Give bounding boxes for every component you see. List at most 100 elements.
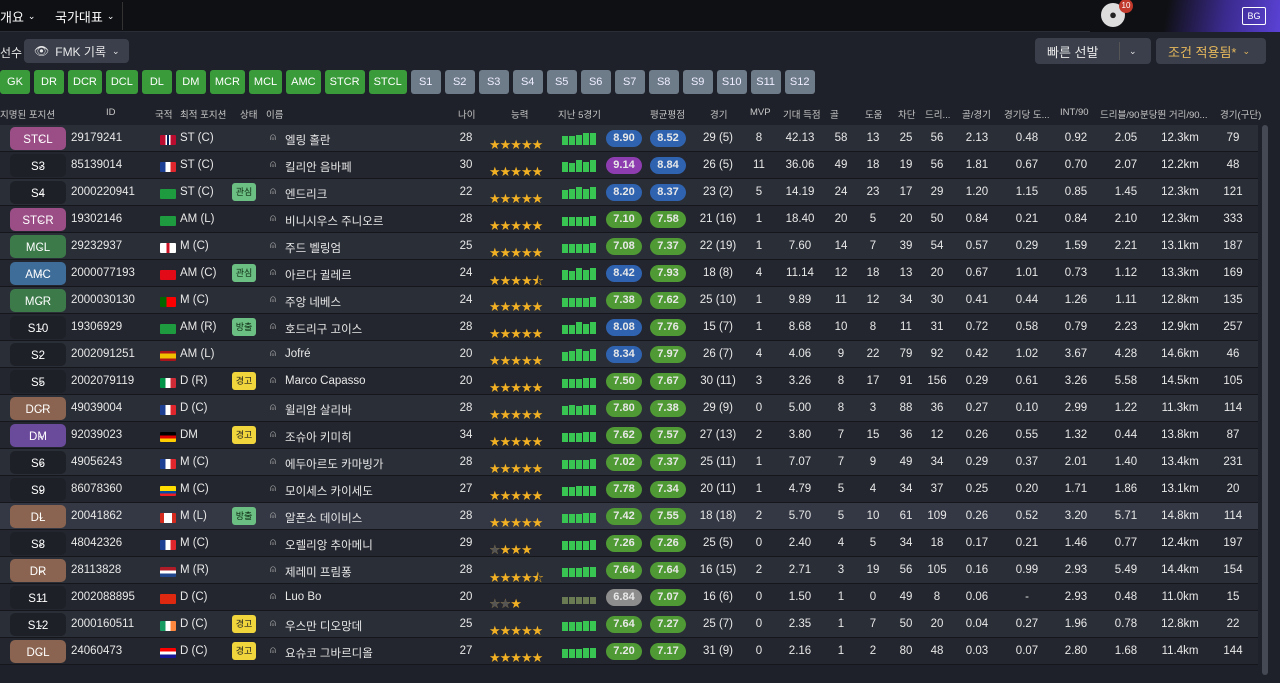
assigned-position-select[interactable]: STCR ⌄ [10,208,66,231]
assigned-position-select[interactable]: DCL ⌄ [10,640,66,663]
col-int90[interactable]: INT/90 [1060,107,1089,118]
position-chip-s5[interactable]: S5 [546,70,577,94]
assigned-position-select[interactable]: S8 ⌄ [10,532,66,555]
game-logo[interactable]: BG [1242,7,1266,25]
position-chip-dcl[interactable]: DCL [105,70,138,94]
player-name-link[interactable]: 오렐리앙 추아메니 [285,537,373,553]
table-row[interactable]: DCR ⌄ 49039004 D (C) 28 29 (9) 0 5.00 8 3 88 36 0.27… [0,395,1258,422]
player-name-link[interactable]: 조슈아 키미히 [285,429,352,445]
col-mvp[interactable]: MVP [750,107,771,118]
player-name-link[interactable]: 모이세스 카이세도 [285,483,373,499]
table-row[interactable]: S9 ⌄ 86078360 M (C) 27 20 (11) 1 4.79 5 4 34 37 0.25… [0,476,1258,503]
assigned-position-select[interactable]: S2 ⌄ [10,343,66,366]
position-chip-stcr[interactable]: STCR [324,70,365,94]
table-row[interactable]: S4 ⌄ 관심 2000220941 ST (C) 22 23 (2) 5 14.19 24 23 1… [0,179,1258,206]
col-goals[interactable]: 골 [830,107,839,121]
position-chip-s8[interactable]: S8 [648,70,679,94]
table-row[interactable]: S3 ⌄ 85139014 ST (C) 30 26 (5) 11 36.06 49 18 19 56… [0,152,1258,179]
table-row[interactable]: MCR ⌄ 2000030130 M (C) 24 25 (10) 1 9.89 11 12 34 3… [0,287,1258,314]
player-name-link[interactable]: 주드 벨링엄 [285,240,341,256]
player-name-link[interactable]: Marco Capasso [285,375,366,387]
table-row[interactable]: S8 ⌄ 48042326 M (C) 29 25 (5) 0 2.40 4 5 34 18 0.17 0… [0,530,1258,557]
position-chip-s4[interactable]: S4 [512,70,543,94]
table-row[interactable]: STCR ⌄ 19302146 AM (L) 28 21 (16) 1 18.40 20 5 20 5… [0,206,1258,233]
player-name-link[interactable]: 호드리구 고이스 [285,321,362,337]
position-chip-s9[interactable]: S9 [682,70,713,94]
assigned-position-select[interactable]: S3 ⌄ [10,154,66,177]
table-row[interactable]: S6 ⌄ 49056243 M (C) 28 25 (11) 1 7.07 7 9 49 34 0.29… [0,449,1258,476]
table-row[interactable]: S10 ⌄ 방출 19306929 AM (R) 28 15 (7) 1 8.68 10 8 11 31… [0,314,1258,341]
col-status[interactable]: 상태 [240,107,257,121]
col-name[interactable]: 이름 [266,107,283,121]
player-name-link[interactable]: 에두아르도 카마빙가 [285,456,383,472]
col-dist90[interactable]: 분당뛴 거리/90... [1140,107,1207,121]
col-ability[interactable]: 능력 [511,107,528,121]
table-row[interactable]: DL ⌄ 방출 20041862 M (L) 28 18 (18) 2 5.70 5 10 61 109… [0,503,1258,530]
player-name-link[interactable]: 엔드리크 [285,186,327,202]
table-row[interactable]: MCL ⌄ 29232937 M (C) 25 22 (19) 1 7.60 14 7 39 54 0.… [0,233,1258,260]
assigned-position-select[interactable]: AMC ⌄ [10,262,66,285]
table-row[interactable]: S12 ⌄ 경고 2000160511 D (C) 25 25 (7) 0 2.35 1 7 50 20… [0,611,1258,638]
col-assigned[interactable]: 지명된 포지션 [0,107,55,121]
col-club[interactable]: 경기(구단) [1220,107,1261,121]
player-name-link[interactable]: 엘링 홀란 [285,132,331,148]
player-name-link[interactable]: Luo Bo [285,591,321,603]
player-name-link[interactable]: 요슈코 그바르디올 [285,645,373,661]
quick-select-button[interactable]: 빠른 선발 ⌄ [1035,38,1151,64]
table-row[interactable]: S5 ⌄ 경고 2002079119 D (R) 20 30 (11) 3 3.26 8 17 91 1… [0,368,1258,395]
assigned-position-select[interactable]: DL ⌄ [10,505,66,528]
position-chip-s1[interactable]: S1 [410,70,441,94]
player-name-link[interactable]: 비니시우스 주니오르 [285,213,383,229]
col-nation[interactable]: 국적 [155,107,172,121]
assigned-position-select[interactable]: S9 ⌄ [10,478,66,501]
col-xg[interactable]: 기대 득점 [783,107,821,121]
table-row[interactable]: DM ⌄ 경고 92039023 DM 34 27 (13) 2 3.80 7 15 36 12 0.26… [0,422,1258,449]
assigned-position-select[interactable]: MCL ⌄ [10,235,66,258]
table-row[interactable]: DCL ⌄ 경고 24060473 D (C) 27 31 (9) 0 2.16 1 2 80 48 0.… [0,638,1258,665]
player-name-link[interactable]: 윌리암 살리바 [285,402,352,418]
assigned-position-select[interactable]: S11 ⌄ [10,586,66,609]
position-chip-s6[interactable]: S6 [580,70,611,94]
assigned-position-select[interactable]: S12 ⌄ [10,613,66,636]
col-id[interactable]: ID [106,107,116,118]
col-best-pos[interactable]: 최적 포지션 [180,107,226,121]
position-chip-amc[interactable]: AMC [286,70,321,94]
assigned-position-select[interactable]: S10 ⌄ [10,316,66,339]
table-row[interactable]: STCL ⌄ 29179241 ST (C) 28 29 (5) 8 42.13 58 13 25 5… [0,125,1258,152]
position-chip-stcl[interactable]: STCL [368,70,407,94]
player-name-link[interactable]: 제레미 프림퐁 [285,564,352,580]
col-blocks[interactable]: 차단 [898,107,915,121]
assigned-position-select[interactable]: STCL ⌄ [10,127,66,150]
position-chip-dm[interactable]: DM [175,70,206,94]
position-chip-s10[interactable]: S10 [716,70,747,94]
player-name-link[interactable]: Jofré [285,348,311,360]
position-chip-dr[interactable]: DR [34,70,64,94]
position-chip-s2[interactable]: S2 [444,70,475,94]
assigned-position-select[interactable]: DR ⌄ [10,559,66,582]
table-row[interactable]: DR ⌄ 28113828 M (R) 28 16 (15) 2 2.71 3 19 56 105 0.… [0,557,1258,585]
col-apps[interactable]: 경기 [710,107,727,121]
assigned-position-select[interactable]: MCR ⌄ [10,289,66,312]
position-chip-mcr[interactable]: MCR [209,70,245,94]
tab-national[interactable]: 국가대표 ⌄ [55,0,114,32]
position-chip-dl[interactable]: DL [141,70,172,94]
position-chip-gk[interactable]: GK [0,70,30,94]
position-chip-s11[interactable]: S11 [750,70,781,94]
assigned-position-select[interactable]: S4 ⌄ [10,181,66,204]
chevron-down-icon[interactable]: ⌄ [1129,46,1137,57]
position-chip-s7[interactable]: S7 [614,70,645,94]
col-gpg[interactable]: 골/경기 [962,107,991,121]
col-last5[interactable]: 지난 5경기 [558,107,601,121]
assigned-position-select[interactable]: S5 ⌄ [10,370,66,393]
filter-button[interactable]: 조건 적용됨* ⌄ [1156,38,1266,64]
scrollbar[interactable] [1262,125,1268,675]
assigned-position-select[interactable]: DCR ⌄ [10,397,66,420]
player-name-link[interactable]: 주앙 네베스 [285,294,341,310]
col-apg[interactable]: 경기당 도... [1004,107,1050,121]
assigned-position-select[interactable]: S6 ⌄ [10,451,66,474]
view-dropdown[interactable]: 👁 FMK 기록 ⌄ [24,39,129,63]
assigned-position-select[interactable]: DM ⌄ [10,424,66,447]
col-age[interactable]: 나이 [458,107,475,121]
player-name-link[interactable]: 아르다 귈레르 [285,267,352,283]
table-row[interactable]: AMC ⌄ 관심 2000077193 AM (C) 24 18 (8) 4 11.14 12 18… [0,260,1258,288]
